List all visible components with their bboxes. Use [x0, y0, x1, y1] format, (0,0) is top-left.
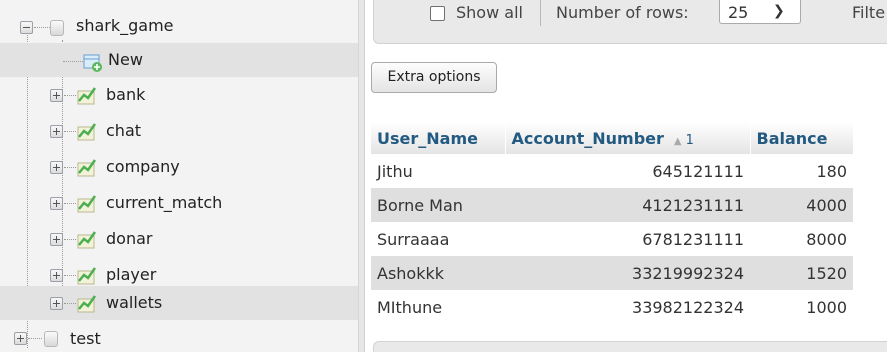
tree-connector: [34, 27, 50, 28]
cell-balance[interactable]: 4000: [750, 188, 853, 222]
nav-resize-handle[interactable]: [358, 0, 365, 352]
table-item-current-match[interactable]: current_match: [0, 187, 358, 221]
tree-connector: [64, 275, 76, 276]
table-icon: [77, 87, 97, 105]
db-label[interactable]: test: [70, 329, 101, 348]
table-item-donar[interactable]: donar: [0, 223, 358, 257]
cell-user-name[interactable]: MIthune: [371, 290, 505, 324]
expand-icon[interactable]: [50, 233, 63, 246]
expand-icon[interactable]: [50, 161, 63, 174]
table-label[interactable]: wallets: [106, 293, 162, 312]
table-row: MIthune 33982122324 1000: [371, 290, 853, 324]
rows-value: 25: [728, 3, 749, 22]
tree-connector: [64, 203, 76, 204]
new-table-icon: [83, 54, 102, 72]
database-icon: [50, 20, 64, 36]
column-header-label[interactable]: Account_Number: [512, 129, 664, 148]
show-all-checkbox[interactable]: [430, 6, 445, 21]
expand-icon[interactable]: [50, 269, 63, 282]
sort-order-number: 1: [685, 132, 694, 148]
expand-icon[interactable]: [50, 197, 63, 210]
extra-options-button[interactable]: Extra options: [371, 62, 497, 93]
tree-connector: [64, 167, 76, 168]
cell-user-name[interactable]: Surraaaa: [371, 222, 505, 256]
column-header-label[interactable]: Balance: [757, 129, 828, 148]
tree-connector: [63, 61, 83, 62]
show-all-label[interactable]: Show all: [456, 3, 523, 22]
table-header-row: User_Name Account_Number ▲ 1 Balance: [371, 122, 854, 154]
cell-balance[interactable]: 1520: [750, 256, 853, 290]
db-item-shark-game[interactable]: shark_game: [0, 7, 358, 41]
cell-balance[interactable]: 1000: [750, 290, 853, 324]
table-row: Jithu 645121111 180: [371, 154, 853, 188]
tree-connector: [64, 239, 76, 240]
table-label[interactable]: donar: [106, 229, 152, 248]
db-item-test[interactable]: test: [0, 322, 358, 352]
tree-connector: [64, 303, 76, 304]
table-item-bank[interactable]: bank: [0, 79, 358, 113]
filter-label: Filte: [852, 3, 886, 22]
navigation-toolbar: Show all Number of rows: 25 ❯ Filte: [373, 0, 887, 44]
tree-connector: [28, 338, 42, 339]
table-icon: [77, 267, 97, 285]
table-item-wallets[interactable]: wallets: [0, 286, 358, 320]
table-label[interactable]: player: [106, 265, 156, 284]
sort-ascending-icon: ▲: [673, 135, 682, 147]
table-row: Borne Man 4121231111 4000: [371, 188, 853, 222]
table-row: Ashokkk 33219992324 1520: [371, 256, 853, 290]
table-icon: [77, 123, 97, 141]
rows-select[interactable]: 25 ❯: [719, 0, 801, 24]
column-header-account-number[interactable]: Account_Number ▲ 1: [505, 122, 751, 154]
new-label[interactable]: New: [108, 50, 143, 69]
cell-balance[interactable]: 180: [750, 154, 853, 188]
database-icon: [44, 331, 58, 347]
cell-account-number[interactable]: 645121111: [505, 154, 750, 188]
tree-connector: [64, 95, 76, 96]
expand-icon[interactable]: [14, 332, 27, 345]
navigation-tree: shark_game New bank chat company current…: [0, 0, 358, 352]
cell-balance[interactable]: 8000: [750, 222, 853, 256]
table-row: Surraaaa 6781231111 8000: [371, 222, 853, 256]
table-label[interactable]: chat: [106, 121, 141, 140]
table-icon: [77, 195, 97, 213]
tree-connector: [64, 131, 76, 132]
toolbar-divider: [540, 0, 541, 26]
table-icon: [77, 231, 97, 249]
table-label[interactable]: company: [106, 157, 180, 176]
rows-label: Number of rows:: [556, 3, 689, 22]
table-label[interactable]: bank: [106, 85, 145, 104]
bottom-toolbar: [373, 341, 887, 352]
cell-user-name[interactable]: Jithu: [371, 154, 505, 188]
cell-account-number[interactable]: 4121231111: [505, 188, 750, 222]
db-label[interactable]: shark_game: [76, 16, 174, 35]
column-header-user-name[interactable]: User_Name: [371, 122, 506, 154]
new-table-item[interactable]: New: [0, 43, 358, 77]
cell-account-number[interactable]: 33219992324: [505, 256, 750, 290]
table-icon: [77, 159, 97, 177]
expand-icon[interactable]: [50, 125, 63, 138]
table-label[interactable]: current_match: [106, 193, 222, 212]
cell-account-number[interactable]: 33982122324: [505, 290, 750, 324]
collapse-icon[interactable]: [20, 21, 33, 34]
column-header-balance[interactable]: Balance: [750, 122, 854, 154]
table-item-chat[interactable]: chat: [0, 115, 358, 149]
table-icon: [77, 295, 97, 313]
chevron-down-icon: ❯: [773, 3, 785, 19]
expand-icon[interactable]: [50, 297, 63, 310]
cell-account-number[interactable]: 6781231111: [505, 222, 750, 256]
expand-icon[interactable]: [50, 89, 63, 102]
table-item-company[interactable]: company: [0, 151, 358, 185]
results-table: User_Name Account_Number ▲ 1 Balance Jithu…: [371, 122, 854, 324]
cell-user-name[interactable]: Ashokkk: [371, 256, 505, 290]
cell-user-name[interactable]: Borne Man: [371, 188, 505, 222]
column-header-label[interactable]: User_Name: [377, 129, 478, 148]
